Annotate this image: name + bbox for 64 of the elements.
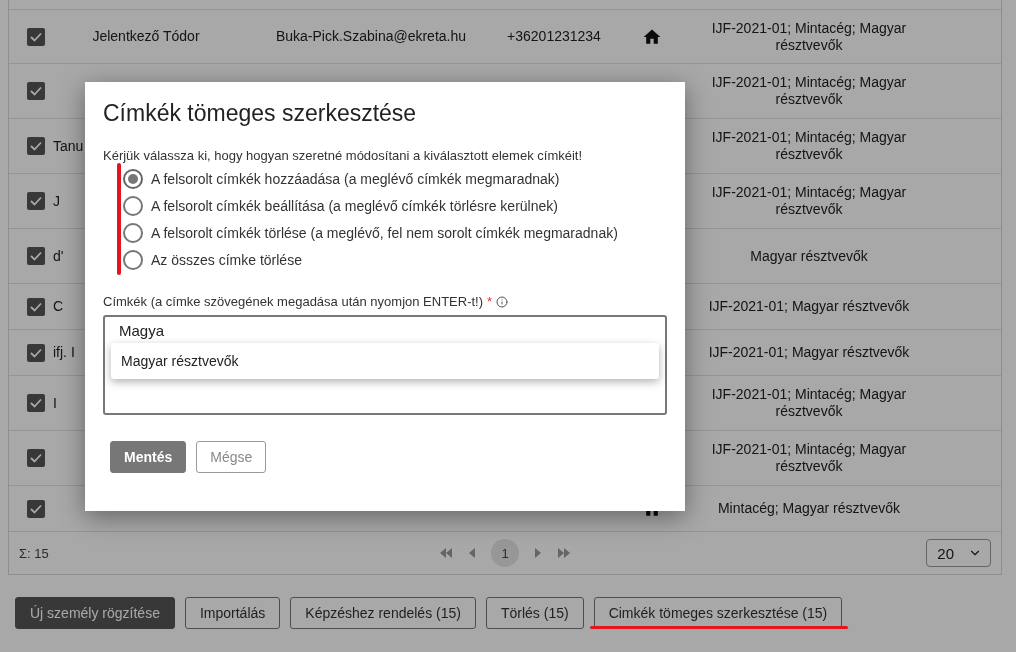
table-cell-text: IJF-2021-01; Mintacég; Magyar résztvevők: [710, 74, 908, 108]
page-size-select[interactable]: 20: [926, 539, 991, 567]
table-cell-text: IJF-2021-01; Magyar résztvevők: [707, 298, 911, 315]
option-label: Az összes címke törlése: [151, 252, 302, 268]
total-count: Σ: 15: [19, 545, 50, 561]
table-cell-text: Magyar résztvevők: [749, 247, 869, 265]
cancel-button[interactable]: Mégse: [196, 441, 267, 473]
required-mark: *: [487, 294, 493, 309]
checkbox[interactable]: [27, 343, 45, 362]
table-cell: I: [53, 394, 57, 412]
radio-button[interactable]: [123, 250, 143, 270]
checkbox[interactable]: [27, 137, 45, 155]
checkmark-icon: [30, 453, 42, 463]
checkmark-icon: [30, 398, 42, 408]
checkmark-icon: [30, 251, 42, 261]
checkbox[interactable]: [27, 297, 45, 316]
checkbox[interactable]: [27, 499, 45, 518]
table-cell-text: IJF-2021-01; Mintacég; Magyar résztvevők: [710, 184, 908, 218]
table-cell: d': [53, 247, 64, 265]
radio-button[interactable]: [123, 169, 143, 189]
page-number[interactable]: 1: [491, 539, 519, 567]
checkbox[interactable]: [27, 247, 45, 265]
table-cell-text: IJF-2021-01; Magyar résztvevők: [707, 344, 911, 361]
table-cell: Jelentkező Tódor: [92, 28, 200, 45]
info-icon[interactable]: [496, 295, 509, 308]
suggestion-item[interactable]: Magyar résztvevők: [111, 343, 659, 379]
radio-button[interactable]: [123, 223, 143, 243]
action-button[interactable]: Új személy rögzítése: [15, 597, 175, 629]
option-label: A felsorolt címkék hozzáadása (a meglévő címkék megmaradnak): [151, 171, 560, 187]
table-cell-text: IJF-2021-01; Mintacég; Magyar résztvevők: [710, 19, 908, 54]
action-button[interactable]: Képzéshez rendelés (15): [290, 597, 476, 629]
checkmark-icon: [30, 503, 42, 514]
tags-input-field[interactable]: Magya Magyar résztvevők: [103, 315, 667, 415]
table-cell-text: IJF-2021-01; Mintacég; Magyar résztvevők: [710, 441, 908, 475]
table-cell-text: Mintacég; Magyar résztvevők: [716, 500, 902, 517]
table-cell: C: [53, 298, 64, 315]
table-cell-text: IJF-2021-01; Mintacég; Magyar résztvevők: [710, 386, 908, 420]
action-button[interactable]: Cimkék tömeges szerkesztése (15): [593, 597, 843, 629]
dialog-title: Címkék tömeges szerkesztése: [103, 100, 418, 126]
table-cell: ifj. I: [53, 344, 75, 361]
table-cell: J: [53, 192, 60, 210]
checkbox[interactable]: [27, 192, 45, 210]
checkbox[interactable]: [27, 82, 45, 100]
field-label: Címkék (a címke szövegének megadása után nyomjon ENTER-t!): [103, 294, 484, 309]
checkbox[interactable]: [27, 394, 45, 412]
checkmark-icon: [30, 347, 42, 358]
checkmark-icon: [30, 301, 42, 312]
action-button[interactable]: Importálás: [184, 597, 281, 629]
checkmark-icon: [30, 196, 42, 206]
table-cell: Buka-Pick.Szabina@ekreta.hu: [275, 28, 467, 45]
checkmark-icon: [30, 86, 42, 96]
checkbox[interactable]: [27, 27, 45, 46]
table-cell-text: IJF-2021-01; Mintacég; Magyar résztvevők: [710, 129, 908, 163]
radio-button[interactable]: [123, 196, 143, 216]
checkbox[interactable]: [27, 449, 45, 467]
checkmark-icon: [30, 141, 42, 151]
save-button[interactable]: Mentés: [110, 441, 187, 473]
option-label: A felsorolt címkék törlése (a meglévő, fel nem sorolt címkék megmaradnak): [151, 225, 618, 241]
option-label: A felsorolt címkék beállítása (a meglévő címkék törlésre kerülnek): [151, 198, 558, 214]
action-button[interactable]: Törlés (15): [485, 597, 584, 629]
instruction-text: Kérjük válassza ki, hogy hogyan szeretné módosítani a kiválasztott elemek címkéit!: [103, 148, 584, 163]
checkmark-icon: [30, 31, 42, 42]
table-cell: Tanu: [53, 137, 84, 155]
table-cell: +36201231234: [507, 28, 601, 45]
